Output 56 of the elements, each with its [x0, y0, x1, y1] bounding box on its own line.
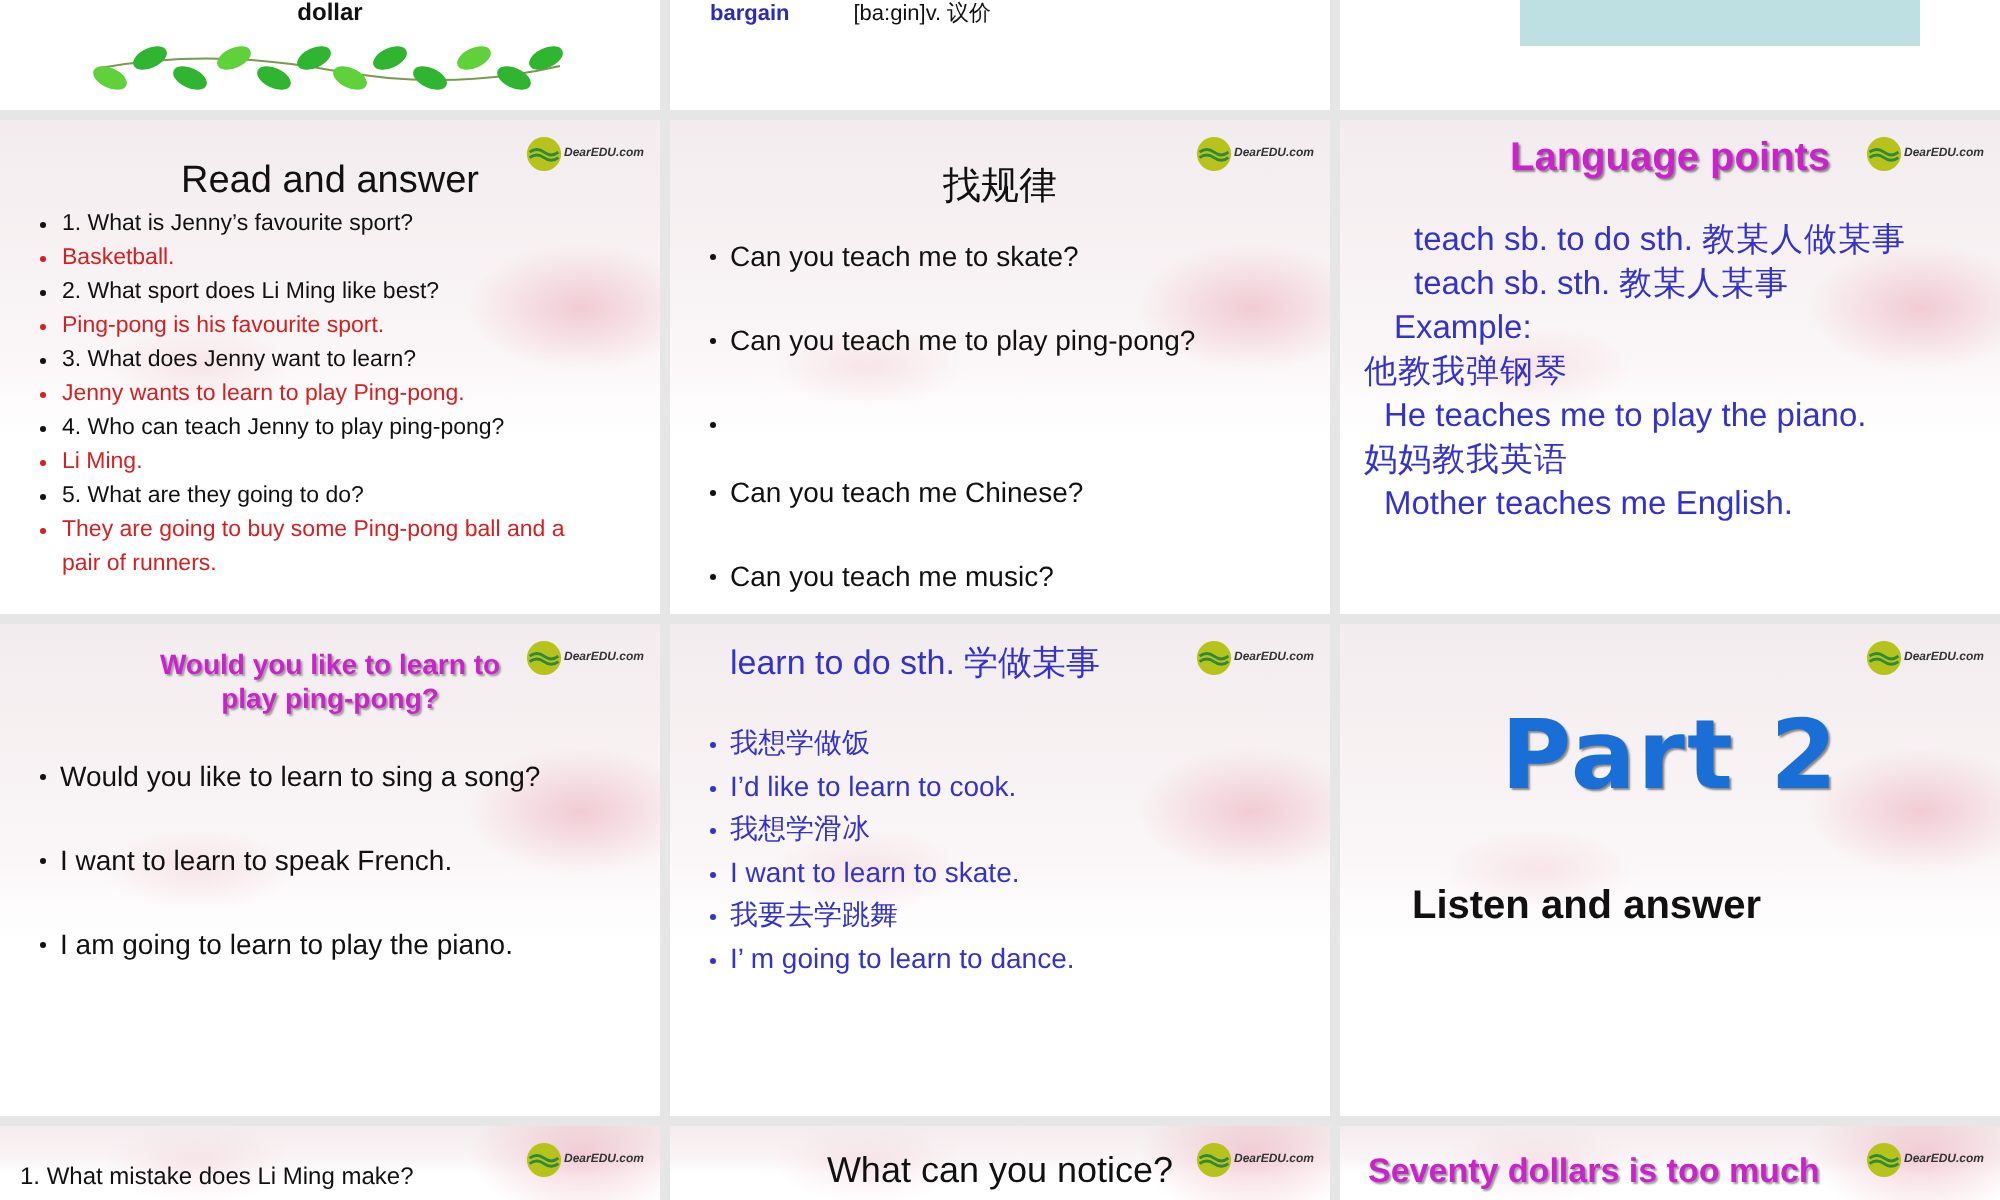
slide-text: teach sb. sth. 教某人某事: [1414, 264, 1790, 306]
slide-text: 3. What does Jenny want to learn?: [62, 346, 417, 376]
slide-thumbnail[interactable]: [1340, 0, 2000, 110]
slide-text: I want to learn to skate.: [730, 853, 1020, 891]
slide-thumbnail[interactable]: [0, 120, 660, 614]
slide-text: 1. What is Jenny’s favourite sport?: [62, 210, 414, 240]
slide-text: Example:: [1394, 308, 1532, 350]
slide-text: 2. What sport does Li Ming like best?: [62, 278, 440, 308]
globe-logo-icon: [1195, 1142, 1232, 1178]
slide-title: Would you like to learn to play ping-pong?: [157, 648, 503, 716]
slide-text: Can you teach me Chinese?: [730, 474, 1084, 512]
slide-text: 我要去学跳舞: [730, 896, 898, 934]
slide-text: I’d like to learn to cook.: [730, 767, 1017, 805]
slide-text: Li Ming.: [62, 448, 143, 478]
slide-thumbnail[interactable]: dollar: [0, 0, 660, 110]
slide-text: I’ m going to learn to dance.: [730, 939, 1075, 978]
slide-text: Can you teach me to play ping-pong?: [730, 322, 1196, 360]
slide-text: Ping-pong is his favourite sport.: [62, 312, 385, 342]
globe-logo-icon: [525, 640, 562, 676]
slide-text: 我想学做饭: [730, 724, 870, 762]
slide-text: They are going to buy some Ping-pong ball and a pair of runners.: [62, 516, 567, 580]
globe-logo-icon: [525, 136, 562, 172]
slide-text: Can you teach me to skate?: [730, 238, 1079, 276]
globe-logo-icon: [525, 1142, 562, 1178]
vocab-definition: [ba:gin]v. 议价: [853, 0, 992, 28]
slide-title: 找规律: [943, 164, 1057, 212]
globe-logo-icon: [1865, 1142, 1902, 1178]
slide-text: 5. What are they going to do?: [62, 482, 364, 512]
slide-title: Language points: [1510, 136, 1830, 182]
slide-text: Jenny wants to learn to play Ping-pong.: [62, 380, 465, 410]
globe-logo-icon: [1195, 136, 1232, 172]
slide-text: 他教我弹钢琴: [1364, 352, 1568, 394]
slide-text: Can you teach me music?: [730, 558, 1054, 596]
globe-logo-icon: [1195, 640, 1232, 676]
slide-text: Would you like to learn to sing a song?: [60, 758, 541, 796]
slide-text: 妈妈教我英语: [1364, 440, 1568, 482]
slide-title: What can you notice?: [826, 1150, 1174, 1192]
slide-text: He teaches me to play the piano.: [1384, 396, 1867, 438]
slide-text: I am going to learn to play the piano.: [60, 926, 513, 964]
slide-title: learn to do sth. 学做某事: [730, 642, 1101, 686]
slide-text: 4. Who can teach Jenny to play ping-pong?: [62, 414, 505, 444]
slide-text: I want to learn to speak French.: [60, 842, 453, 880]
slide-title: Seventy dollars is too much: [1368, 1152, 1820, 1192]
slide-thumbnail[interactable]: bargain [ba:gin]v. 议价: [670, 0, 1330, 110]
slide-text: Basketball.: [62, 244, 175, 274]
slide-text: teach sb. to do sth. 教某人做某事: [1414, 220, 1907, 262]
globe-logo-icon: [1865, 136, 1902, 172]
slide-text: Listen and answer: [1412, 884, 1761, 930]
slide-title: Part 2: [1500, 700, 1839, 812]
slide-text: 1. What mistake does Li Ming make?: [20, 1162, 414, 1190]
slide-text: dollar: [297, 0, 363, 26]
slide-text: 我想学滑冰: [730, 810, 870, 848]
vocab-term: bargain: [710, 0, 790, 28]
slide-title: Read and answer: [181, 160, 479, 204]
slide-text: Mother teaches me English.: [1384, 484, 1794, 526]
globe-logo-icon: [1865, 640, 1902, 676]
